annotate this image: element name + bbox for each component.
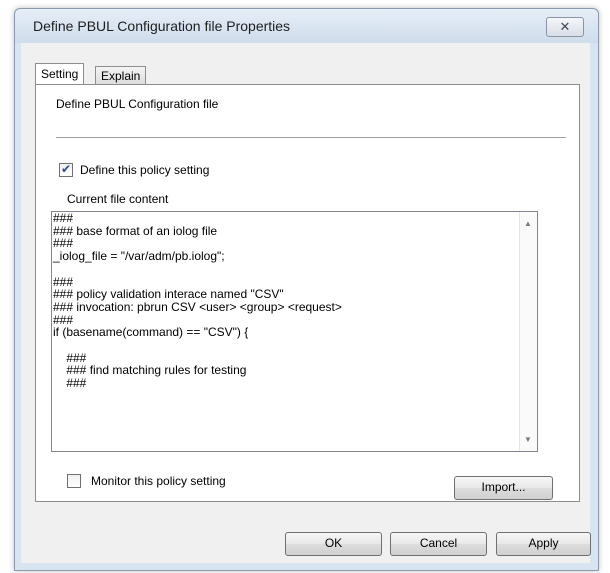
close-button[interactable]: ✕	[546, 17, 584, 37]
properties-dialog: Define PBUL Configuration file Propertie…	[14, 8, 599, 571]
apply-button[interactable]: Apply	[496, 532, 591, 556]
setting-tab-panel: Define PBUL Configuration file ✔ Define …	[35, 84, 580, 502]
dialog-client-area: Setting Explain Define PBUL Configuratio…	[21, 43, 591, 563]
monitor-policy-label: Monitor this policy setting	[91, 474, 226, 488]
scroll-up-icon[interactable]: ▲	[524, 219, 532, 228]
tab-setting[interactable]: Setting	[35, 63, 85, 84]
define-policy-label: Define this policy setting	[80, 163, 210, 177]
close-icon: ✕	[559, 19, 571, 34]
vertical-scrollbar[interactable]: ▲ ▼	[519, 212, 537, 451]
tab-explain[interactable]: Explain	[95, 66, 147, 85]
setting-heading: Define PBUL Configuration file	[56, 97, 219, 111]
checkmark-icon: ✔	[61, 162, 72, 176]
scroll-down-icon[interactable]: ▼	[524, 435, 532, 444]
monitor-policy-checkbox[interactable]	[67, 474, 81, 488]
file-content-text: ### ### base format of an iolog file ###…	[53, 211, 342, 391]
import-button[interactable]: Import...	[454, 476, 553, 500]
dialog-title: Define PBUL Configuration file Propertie…	[33, 18, 291, 34]
define-policy-checkbox[interactable]: ✔	[59, 162, 73, 177]
ok-button[interactable]: OK	[285, 532, 382, 556]
separator	[56, 137, 566, 139]
file-content-textarea[interactable]: ### ### base format of an iolog file ###…	[51, 211, 538, 452]
title-bar[interactable]: Define PBUL Configuration file Propertie…	[15, 9, 598, 43]
file-content-label: Current file content	[67, 192, 169, 206]
cancel-button[interactable]: Cancel	[390, 532, 487, 556]
